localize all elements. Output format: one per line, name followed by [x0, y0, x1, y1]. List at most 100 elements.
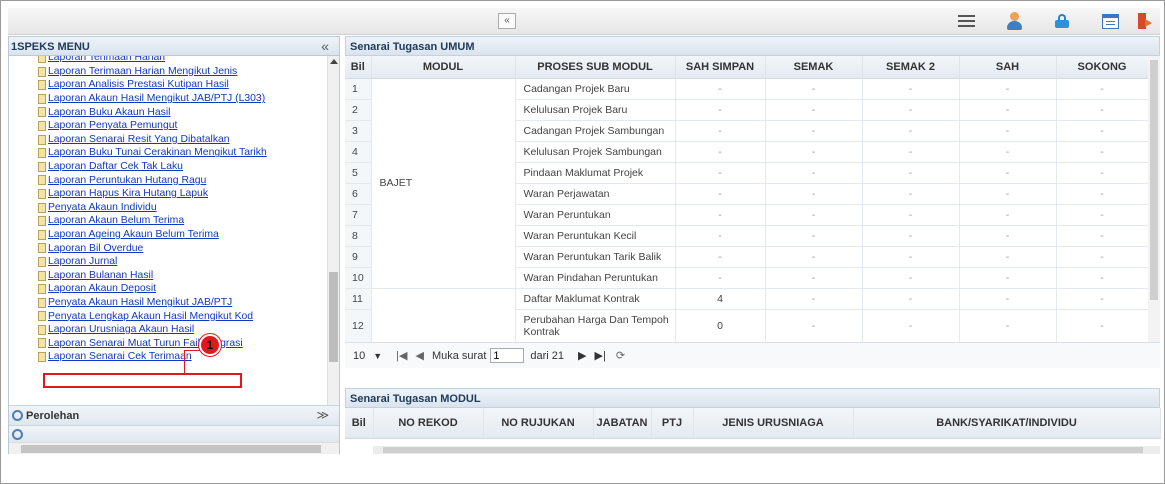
menu-item-link[interactable]: Laporan Senarai Resit Yang Dibatalkan — [48, 134, 230, 145]
menu-item[interactable]: Penyata Akaun Hasil Mengikut JAB/PTJ — [9, 296, 327, 310]
callout-line — [184, 350, 185, 374]
menu-item[interactable]: Laporan Bulanan Hasil — [9, 269, 327, 283]
menu-item-link[interactable]: Penyata Akaun Hasil Mengikut JAB/PTJ — [48, 297, 232, 308]
window-button[interactable] — [1086, 10, 1134, 32]
menu-item[interactable]: Laporan Ageing Akaun Belum Terima — [9, 228, 327, 242]
menu-item-link[interactable]: Laporan Ageing Akaun Belum Terima — [48, 229, 219, 240]
page-number-input[interactable] — [490, 348, 525, 363]
menu-item-link[interactable]: Laporan Peruntukan Hutang Ragu — [48, 175, 206, 186]
column-header[interactable]: Bil — [345, 408, 374, 439]
collapse-menu-icon[interactable]: « — [321, 38, 329, 54]
menu-item[interactable]: Laporan Peruntukan Hutang Ragu — [9, 173, 327, 187]
column-header[interactable]: PROSES SUB MODUL — [515, 56, 676, 79]
menu-item[interactable]: Laporan Urusniaga Akaun Hasil — [9, 323, 327, 337]
menu-item[interactable]: Laporan Akaun Deposit — [9, 282, 327, 296]
menu-scrollbar[interactable] — [327, 56, 339, 405]
column-header[interactable]: SEMAK — [765, 56, 863, 79]
collapse-header-button[interactable]: « — [498, 13, 516, 29]
menu-item-link[interactable]: Laporan Terimaan Harian — [48, 56, 165, 63]
menu-horizontal-scrollbar[interactable] — [9, 442, 339, 454]
prev-page-icon[interactable]: ◀ — [416, 349, 424, 362]
menu-item-link[interactable]: Laporan Daftar Cek Tak Laku — [48, 161, 183, 172]
menu-item[interactable]: Laporan Terimaan Harian Mengikut Jenis — [9, 65, 327, 79]
menu-item-link[interactable]: Laporan Bulanan Hasil — [48, 270, 153, 281]
count-cell: 0 — [675, 309, 766, 343]
hscroll-thumb[interactable] — [21, 445, 321, 453]
column-header[interactable]: NO RUJUKAN — [483, 408, 594, 439]
menu-item-link[interactable]: Laporan Analisis Prestasi Kutipan Hasil — [48, 79, 229, 90]
section-perolehan[interactable]: Perolehan ≫ — [9, 405, 339, 425]
menu-item[interactable]: Penyata Akaun Individu — [9, 201, 327, 215]
table-row[interactable]: 1 BAJET Cadangan Projek Baru - - - - - — [345, 78, 1149, 289]
menu-item[interactable]: Laporan Buku Tunai Cerakinan Mengikut Ta… — [9, 146, 327, 160]
expand-chevron-icon[interactable]: ≫ — [316, 408, 329, 422]
first-page-icon[interactable]: |◀ — [396, 349, 407, 362]
menu-item[interactable]: Laporan Terimaan Harian — [9, 56, 327, 65]
menu-item-link[interactable]: Laporan Bil Overdue — [48, 243, 143, 254]
column-header[interactable]: Bil — [345, 56, 372, 79]
logout-button[interactable] — [1134, 10, 1156, 32]
modul-cell-empty — [371, 288, 516, 343]
count-cell: - — [675, 78, 766, 100]
menu-item[interactable]: Laporan Senarai Resit Yang Dibatalkan — [9, 133, 327, 147]
column-header[interactable]: SEMAK 2 — [862, 56, 960, 79]
user-profile-button[interactable] — [990, 10, 1038, 32]
column-header[interactable]: SAH — [959, 56, 1057, 79]
document-icon — [38, 256, 46, 267]
menu-item-link[interactable]: Laporan Akaun Belum Terima — [48, 215, 184, 226]
modul-horizontal-scrollbar[interactable] — [373, 446, 1160, 454]
table-scrollbar[interactable] — [1148, 56, 1160, 364]
refresh-icon[interactable]: ⟳ — [616, 349, 625, 362]
menu-item[interactable]: Laporan Bil Overdue — [9, 241, 327, 255]
count-cell: - — [862, 204, 960, 226]
count-cell: - — [765, 78, 863, 100]
process-cell: Waran Peruntukan Tarik Balik — [515, 246, 676, 268]
last-page-icon[interactable]: ▶| — [595, 349, 606, 362]
scroll-thumb[interactable] — [329, 272, 338, 362]
column-header[interactable]: JENIS URUSNIAGA — [693, 408, 854, 439]
menu-item-link[interactable]: Laporan Buku Tunai Cerakinan Mengikut Ta… — [48, 147, 267, 158]
lock-button[interactable] — [1038, 10, 1086, 32]
menu-item-link[interactable]: Laporan Akaun Deposit — [48, 283, 156, 294]
next-page-icon[interactable]: ▶ — [578, 349, 586, 362]
column-header[interactable]: MODUL — [371, 56, 516, 79]
menu-button[interactable] — [942, 10, 990, 32]
menu-item[interactable]: Penyata Lengkap Akaun Hasil Mengikut Kod — [9, 309, 327, 323]
menu-item[interactable]: Laporan Senarai Muat Turun Fail Integras… — [9, 336, 327, 350]
modul-hscroll-thumb[interactable] — [383, 447, 1143, 453]
column-header[interactable]: SOKONG — [1056, 56, 1149, 79]
page-size-select[interactable]: 10 — [353, 350, 365, 362]
menu-item-link[interactable]: Penyata Lengkap Akaun Hasil Mengikut Kod — [48, 311, 253, 322]
menu-item-link[interactable]: Laporan Jurnal — [48, 256, 117, 267]
modul-table: Bil NO REKOD NO RUJUKAN JABATAN PTJ JENIS URU… — [345, 408, 1161, 439]
chevron-down-icon[interactable]: ▼ — [373, 351, 382, 361]
menu-item-link[interactable]: Laporan Penyata Pemungut — [48, 120, 177, 131]
menu-item[interactable]: Laporan Hapus Kira Hutang Lapuk — [9, 187, 327, 201]
column-header[interactable]: BANK/SYARIKAT/INDIVIDU — [853, 408, 1161, 439]
menu-item-link[interactable]: Laporan Senarai Cek Terimaan — [48, 351, 192, 362]
menu-item[interactable]: Laporan Penyata Pemungut — [9, 119, 327, 133]
menu-item-link[interactable]: Laporan Buku Akaun Hasil — [48, 107, 170, 118]
menu-item-link[interactable]: Penyata Akaun Individu — [48, 202, 157, 213]
column-header[interactable]: PTJ — [651, 408, 694, 439]
menu-item[interactable]: Laporan Jurnal — [9, 255, 327, 269]
column-header[interactable]: SAH SIMPAN — [675, 56, 766, 79]
table-row[interactable]: 11 Daftar Maklumat Kontrak 4- - - - — [345, 288, 1149, 343]
column-header[interactable]: JABATAN — [593, 408, 652, 439]
menu-item-link[interactable]: Laporan Hapus Kira Hutang Lapuk — [48, 188, 208, 199]
menu-item[interactable]: Laporan Analisis Prestasi Kutipan Hasil — [9, 78, 327, 92]
column-header[interactable]: NO REKOD — [373, 408, 484, 439]
menu-item[interactable]: Laporan Senarai Cek Terimaan — [9, 350, 327, 364]
menu-item-link[interactable]: Laporan Urusniaga Akaun Hasil — [48, 324, 194, 335]
menu-item[interactable]: Laporan Akaun Belum Terima — [9, 214, 327, 228]
menu-item-link[interactable]: Laporan Akaun Hasil Mengikut JAB/PTJ (L3… — [48, 93, 265, 104]
modul-cell: BAJET — [371, 78, 516, 289]
scroll-up-icon[interactable] — [330, 59, 338, 64]
menu-item[interactable]: Laporan Daftar Cek Tak Laku — [9, 160, 327, 174]
menu-item-link[interactable]: Laporan Terimaan Harian Mengikut Jenis — [48, 66, 237, 77]
table-scroll-thumb[interactable] — [1150, 60, 1158, 300]
top-toolbar: « — [8, 8, 1160, 35]
menu-item[interactable]: Laporan Buku Akaun Hasil — [9, 105, 327, 119]
menu-item[interactable]: Laporan Akaun Hasil Mengikut JAB/PTJ (L3… — [9, 92, 327, 106]
section-next[interactable] — [9, 425, 339, 442]
